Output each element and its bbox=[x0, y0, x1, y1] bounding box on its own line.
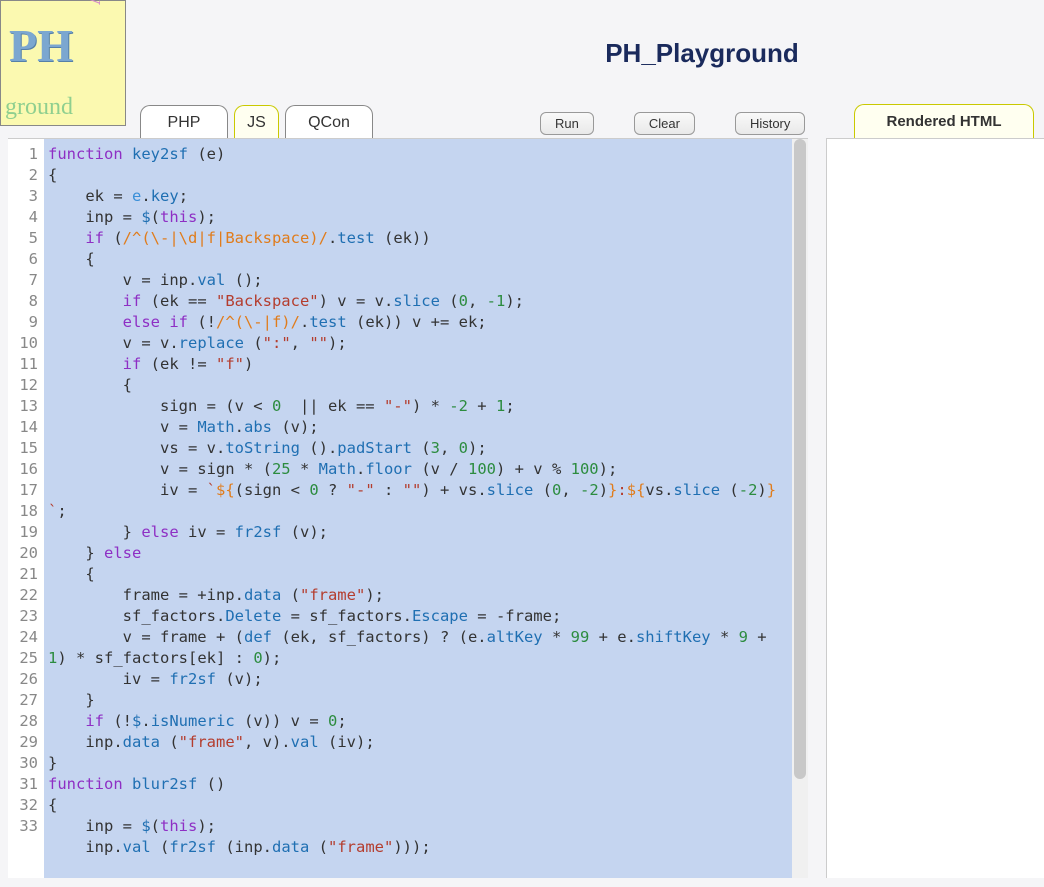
logo: PH play ground bbox=[0, 0, 126, 126]
line-number-gutter: 1234567891011121314151617181920212223242… bbox=[8, 139, 44, 878]
page-title: PH_Playground bbox=[400, 38, 1004, 69]
tab-js[interactable]: JS bbox=[234, 105, 279, 139]
run-button[interactable]: Run bbox=[540, 112, 594, 135]
logo-text-ground: ground bbox=[5, 94, 73, 121]
history-button[interactable]: History bbox=[735, 112, 805, 135]
rendered-html-pane bbox=[826, 138, 1044, 878]
logo-text-play: play bbox=[81, 0, 111, 5]
tab-rendered-html[interactable]: Rendered HTML bbox=[854, 104, 1034, 138]
tab-php[interactable]: PHP bbox=[140, 105, 228, 139]
code-area[interactable]: function key2sf (e){ ek = e.key; inp = $… bbox=[44, 139, 792, 878]
tab-qcon[interactable]: QCon bbox=[285, 105, 373, 139]
logo-text-ph: PH bbox=[9, 19, 73, 72]
action-bar: Run Clear History bbox=[540, 112, 805, 135]
tab-bar: PHP JS QCon bbox=[140, 104, 373, 138]
code-editor[interactable]: 1234567891011121314151617181920212223242… bbox=[8, 138, 808, 878]
scroll-thumb[interactable] bbox=[794, 139, 806, 779]
editor-scrollbar[interactable] bbox=[792, 139, 808, 878]
clear-button[interactable]: Clear bbox=[634, 112, 695, 135]
